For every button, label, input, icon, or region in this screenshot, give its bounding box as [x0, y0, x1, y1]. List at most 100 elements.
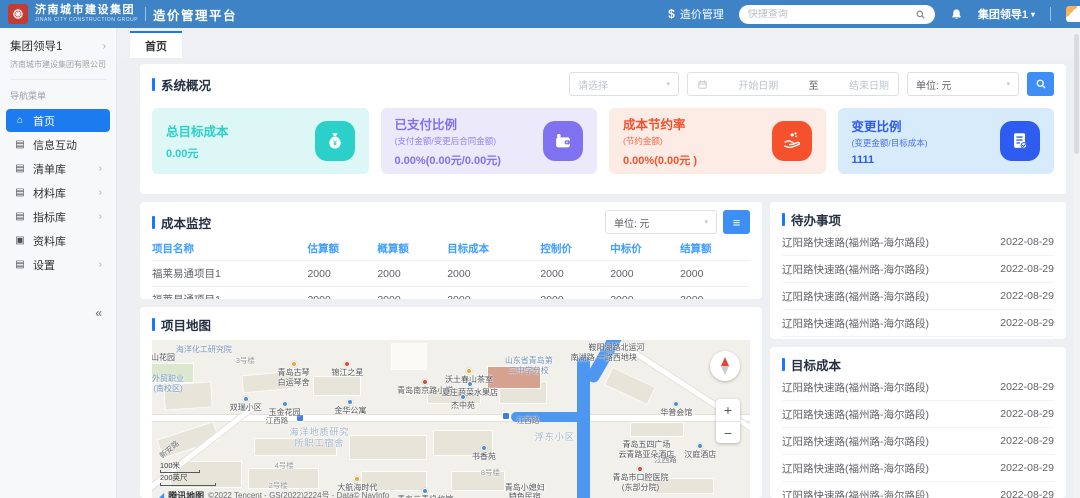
target-cost-item[interactable]: 辽阳路快速路(福州路-海尔路段) 2022-08-29 [782, 401, 1054, 428]
map-label-text: 8号楼 [481, 468, 500, 477]
map-label: 海洋地质研究 所职工宿舍 [290, 427, 350, 449]
sidebar-item[interactable]: 信息互动 [6, 133, 110, 156]
zoom-out-button[interactable]: − [716, 421, 740, 443]
notification-bell-icon[interactable] [950, 8, 963, 21]
target-cost-title: 目标成本 [791, 355, 841, 374]
map-label-text: 鞍阳湖路北运河 [589, 343, 645, 353]
todo-item[interactable]: 辽阳路快速路(福州路-海尔路段) 2022-08-29 [782, 229, 1054, 256]
target-cost-item-name: 辽阳路快速路(福州路-海尔路段) [782, 380, 929, 395]
sidebar-item[interactable]: 清单库 [6, 157, 110, 180]
poi-dot-icon [697, 443, 703, 449]
system-overview-panel: 系统概况 请选择 开始日期 至 结束日期 [140, 64, 1066, 194]
card-subtitle: (节约金额) [623, 135, 697, 147]
sidebar-divider [10, 79, 106, 80]
nav-cost-management[interactable]: $ 造价管理 [668, 6, 724, 22]
todo-item-date: 2022-08-29 [1000, 263, 1054, 275]
target-cost-item[interactable]: 辽阳路快速路(福州路-海尔路段) 2022-08-29 [782, 455, 1054, 482]
user-menu[interactable]: 集团领导1 ▾ [978, 6, 1035, 22]
map-label: 鞍阳湖路北运河 [589, 343, 645, 353]
map-label: 山东省青岛第 二中学分校 [505, 356, 553, 375]
map-label-text: 江西路 [266, 416, 289, 425]
stat-card-change-ratio: 变更比例 (变更金额/目标成本) 1111 [838, 108, 1055, 174]
tencent-map-logo-icon [158, 491, 164, 498]
dollar-icon: $ [668, 7, 675, 21]
map-label-text: 外贸职业 (南校区) [152, 374, 184, 393]
map-compass[interactable] [710, 351, 740, 381]
todo-item-date: 2022-08-29 [1000, 290, 1054, 302]
role-name: 集团领导1 [10, 38, 62, 54]
table-row[interactable]: 福莱易通项目1 2000 2000 2000 2000 2000 2000 [152, 287, 750, 300]
poi-dot-icon [243, 396, 249, 402]
menu-item-label: 首页 [33, 113, 92, 129]
sidebar-collapse-button[interactable] [0, 306, 116, 320]
avatar[interactable] [1066, 6, 1080, 22]
project-select-placeholder: 请选择 [578, 77, 608, 92]
metro-station-icon [502, 412, 510, 420]
monitor-unit-select[interactable]: 单位: 元 [605, 210, 717, 234]
todo-list: 辽阳路快速路(福州路-海尔路段) 2022-08-29 辽阳路快速路(福州路-海… [782, 229, 1054, 339]
company-logo-icon [8, 4, 28, 24]
map-label: 江西路 [266, 416, 289, 425]
project-select[interactable]: 请选择 [569, 72, 679, 96]
map-label: 青岛小媳妇 特色民宿 [505, 483, 545, 498]
project-map[interactable]: 海洋化工研究院 鞍山花园 [152, 340, 750, 498]
table-row[interactable]: 福莱易通项目1 2000 2000 2000 2000 2000 2000 [152, 261, 750, 287]
map-label-text: 汉庭酒店 [684, 450, 716, 460]
todo-item[interactable]: 辽阳路快速路(福州路-海尔路段) 2022-08-29 [782, 283, 1054, 310]
map-label: 外贸职业 (南校区) [152, 374, 184, 393]
calendar-icon [697, 79, 708, 90]
list-view-button[interactable] [723, 210, 750, 234]
sidebar-item[interactable]: 设置 [6, 253, 110, 276]
map-label-text: 锦江之星 [331, 368, 363, 378]
sidebar-item[interactable]: 首页 [6, 109, 110, 132]
map-label: 海洋化工研究院 [176, 345, 232, 355]
unit-select[interactable]: 单位: 元 [907, 72, 1019, 96]
date-range-picker[interactable]: 开始日期 至 结束日期 [687, 72, 899, 96]
menu-item-icon [14, 115, 26, 126]
scrollbar-thumb[interactable] [1074, 34, 1079, 154]
map-brand: 腾讯地图 [168, 489, 204, 498]
map-label: 汉庭酒店 [684, 443, 716, 460]
sidebar-item[interactable]: 资料库 [6, 229, 110, 252]
target-cost-item[interactable]: 辽阳路快速路(福州路-海尔路段) 2022-08-29 [782, 374, 1054, 401]
menu-item-label: 清单库 [33, 161, 92, 177]
todo-item[interactable]: 辽阳路快速路(福州路-海尔路段) 2022-08-29 [782, 310, 1054, 337]
todo-item[interactable]: 辽阳路快速路(福州路-海尔路段) 2022-08-29 [782, 256, 1054, 283]
quick-search-input[interactable] [748, 9, 909, 20]
menu-item-label: 材料库 [33, 185, 92, 201]
card-title: 总目标成本 [166, 121, 229, 140]
menu-item-icon [14, 139, 26, 150]
chevron-right-icon [99, 187, 102, 198]
search-icon[interactable] [915, 9, 926, 20]
card-value: 1111 [852, 154, 928, 166]
map-label-text: 南湖路 一路西地块 [571, 353, 637, 363]
map-label: 双瑞小区 [230, 396, 262, 413]
menu-item-icon [14, 211, 26, 222]
user-name: 集团领导1 [978, 6, 1028, 22]
map-label: 8号楼 [481, 468, 500, 477]
header-divider [1050, 7, 1051, 21]
sidebar-role-switcher[interactable]: 集团领导1 › [10, 38, 106, 54]
target-cost-item-date: 2022-08-29 [1000, 381, 1054, 393]
target-cost-item[interactable]: 辽阳路快速路(福州路-海尔路段) 2022-08-29 [782, 428, 1054, 455]
todo-item[interactable]: 辽阳路快速路(福州路-海尔路段) 2022-08-29 [782, 337, 1054, 339]
search-button[interactable] [1027, 72, 1054, 96]
zoom-in-button[interactable]: + [716, 399, 740, 421]
scrollbar-track[interactable] [1073, 28, 1080, 498]
target-cost-item[interactable]: 辽阳路快速路(福州路-海尔路段) 2022-08-29 [782, 482, 1054, 498]
sidebar-item[interactable]: 材料库 [6, 181, 110, 204]
todo-item-date: 2022-08-29 [1000, 317, 1054, 329]
title-accent-bar [782, 213, 785, 226]
map-building [605, 367, 657, 405]
map-label: 鞍山花园 [152, 353, 175, 363]
menu-item-label: 设置 [33, 257, 92, 273]
hand-coin-icon [772, 121, 812, 161]
quick-search[interactable] [739, 5, 935, 24]
cost-monitor-table: 项目名称估算额概算额目标成本控制价中标价结算额 福莱易通项目1 2000 200… [152, 237, 750, 299]
tab-home[interactable]: 首页 [130, 31, 182, 58]
org-name: 济南城市建设集团 [35, 5, 138, 16]
monitor-unit-value: 单位: 元 [614, 215, 650, 230]
sidebar-item[interactable]: 指标库 [6, 205, 110, 228]
poi-dot-icon [460, 394, 466, 400]
cell-budget: 2000 [377, 261, 447, 287]
